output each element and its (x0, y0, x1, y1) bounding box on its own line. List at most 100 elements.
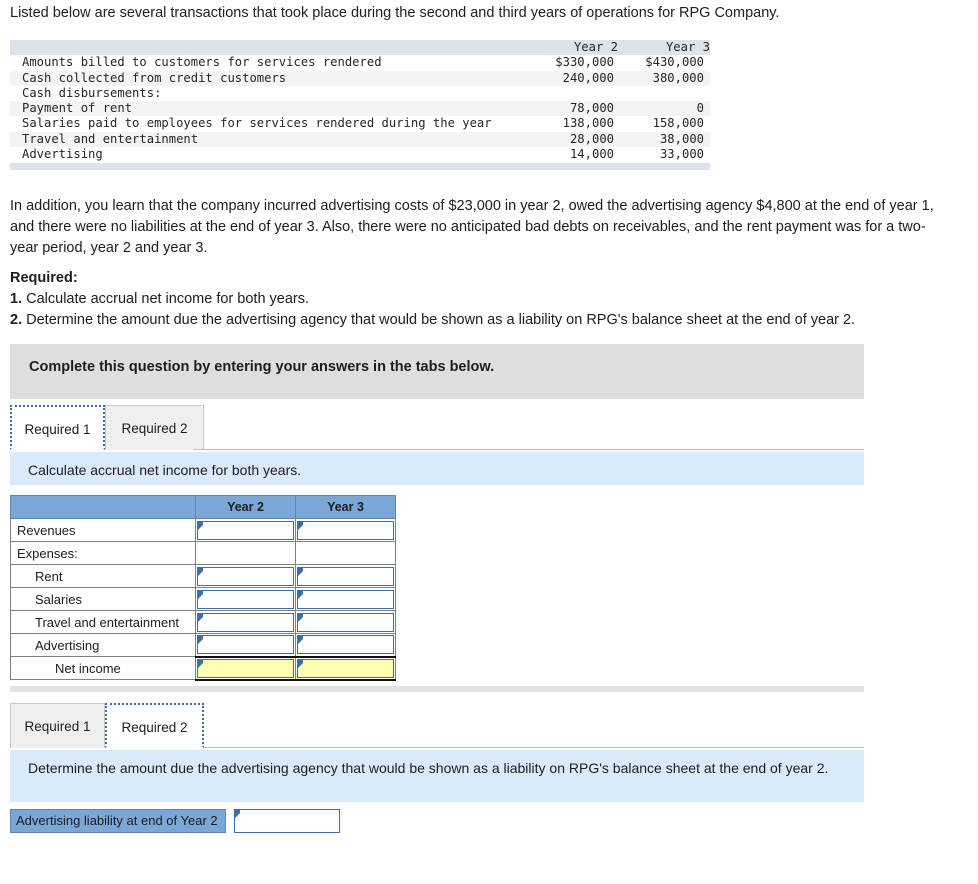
transactions-header-year2: Year 2 (573, 40, 618, 54)
grid-cell-revenues-year2[interactable] (195, 518, 296, 542)
cell-marker-icon (298, 521, 303, 530)
tab-required-2[interactable]: Required 2 (105, 405, 204, 450)
tab-required-1-label: Required 1 (24, 422, 91, 437)
cell-marker-icon (198, 613, 203, 622)
transactions-header-label (10, 40, 526, 55)
grid-cell-salaries-year3[interactable] (295, 587, 396, 611)
table-row: Travel and entertainment 28,000 38,000 (10, 131, 710, 148)
grid-cell-expenses-year3 (295, 541, 396, 565)
row-year2: 14,000 (569, 147, 614, 162)
grid-row-label: Advertising (10, 633, 196, 657)
cell-marker-icon (198, 659, 203, 668)
input-net-income-year3[interactable] (297, 658, 394, 678)
cell-marker-icon (198, 590, 203, 599)
grid-row-label: Travel and entertainment (10, 610, 196, 634)
row-year2: 138,000 (562, 116, 614, 131)
section2-tabstrip: Required 1 Required 2 (10, 703, 864, 748)
grid-row-salaries: Salaries (10, 587, 396, 611)
grid-cell-rent-year2[interactable] (195, 564, 296, 588)
cell-marker-icon (198, 521, 203, 530)
grid-head: Year 2 Year 3 (10, 495, 396, 519)
row-year3: $430,000 (645, 55, 704, 70)
grid-cell-travel-year3[interactable] (295, 610, 396, 634)
grid-row-expenses: Expenses: (10, 541, 396, 565)
tab-required-1[interactable]: Required 1 (10, 405, 105, 450)
transactions-table-bottom-rule (10, 163, 710, 170)
input-revenues-year3[interactable] (297, 520, 394, 540)
advertising-liability-input[interactable] (234, 809, 340, 833)
input-advertising-year2[interactable] (197, 635, 294, 655)
section2-instruction-text: Determine the amount due the advertising… (28, 760, 829, 776)
row-label: Advertising (22, 147, 103, 162)
section1-instruction-bar: Calculate accrual net income for both ye… (10, 452, 864, 485)
cell-marker-icon (298, 659, 303, 668)
input-rent-year2[interactable] (197, 566, 294, 586)
intro-paragraph: Listed below are several transactions th… (10, 5, 780, 21)
section1-tab-underline (194, 449, 864, 450)
grid-row-travel: Travel and entertainment (10, 610, 396, 634)
table-row: Advertising 14,000 33,000 (10, 147, 710, 163)
row-label: Cash collected from credit customers (22, 70, 287, 85)
row-label: Cash disbursements: (22, 85, 162, 100)
transactions-table-head: Year 2 Year 3 (10, 40, 710, 56)
table-row: Cash collected from credit customers 240… (10, 70, 710, 86)
grid-header-blank (10, 495, 196, 519)
row-year3: 0 (696, 101, 704, 116)
grid-header-year3: Year 3 (295, 495, 396, 519)
grid-row-label: Revenues (10, 518, 196, 542)
grid-cell-advertising-year2[interactable] (195, 633, 296, 657)
transactions-header-row: Year 2 Year 3 (10, 40, 710, 56)
required-item-2-text: Determine the amount due the advertising… (26, 312, 856, 328)
grid-cell-revenues-year3[interactable] (295, 518, 396, 542)
required-item-1-text: Calculate accrual net income for both ye… (26, 291, 310, 307)
input-salaries-year3[interactable] (297, 589, 394, 609)
tab2-required-1[interactable]: Required 1 (10, 703, 105, 748)
grid-row-label: Net income (10, 656, 196, 680)
grid-cell-rent-year3[interactable] (295, 564, 396, 588)
required-item-2: 2. Determine the amount due the advertis… (10, 310, 960, 331)
cell-marker-icon (298, 590, 303, 599)
section1-instruction-text: Calculate accrual net income for both ye… (28, 462, 302, 478)
required-heading: Required: (10, 270, 78, 286)
grid-cell-travel-year2[interactable] (195, 610, 296, 634)
row-label: Amounts billed to customers for services… (22, 55, 382, 70)
grid-cell-advertising-year3[interactable] (295, 633, 396, 657)
cell-marker-icon (198, 567, 203, 576)
row-year3 (618, 86, 710, 101)
tab2-required-1-label: Required 1 (24, 719, 91, 734)
input-advertising-year3[interactable] (297, 635, 394, 655)
tab-required-2-label: Required 2 (121, 421, 188, 436)
cell-marker-icon (298, 636, 303, 645)
grid-row-label: Expenses: (10, 541, 196, 565)
input-net-income-year2[interactable] (197, 658, 294, 678)
grid-cell-salaries-year2[interactable] (195, 587, 296, 611)
input-travel-year3[interactable] (297, 612, 394, 632)
row-year3: 38,000 (659, 131, 704, 146)
tab2-required-2[interactable]: Required 2 (105, 703, 204, 748)
input-salaries-year2[interactable] (197, 589, 294, 609)
transactions-table: Year 2 Year 3 Amounts billed to customer… (10, 40, 710, 163)
grid-header-row: Year 2 Year 3 (10, 495, 396, 519)
advertising-liability-label: Advertising liability at end of Year 2 (10, 809, 226, 833)
section1-tabstrip: Required 1 Required 2 (10, 405, 864, 450)
grid-row-rent: Rent (10, 564, 396, 588)
row-label: Salaries paid to employees for services … (22, 116, 492, 131)
grid-row-label: Rent (10, 564, 196, 588)
transactions-header-year3: Year 3 (665, 40, 710, 54)
input-revenues-year2[interactable] (197, 520, 294, 540)
input-travel-year2[interactable] (197, 612, 294, 632)
row-year3: 33,000 (659, 147, 704, 162)
table-row: Salaries paid to employees for services … (10, 116, 710, 132)
input-rent-year3[interactable] (297, 566, 394, 586)
section2-instruction-bar: Determine the amount due the advertising… (10, 750, 864, 802)
grid-row-revenues: Revenues (10, 518, 396, 542)
advertising-liability-answer-row: Advertising liability at end of Year 2 (10, 809, 350, 833)
cell-marker-icon (235, 810, 240, 818)
required-item-1-number: 1. (10, 291, 23, 307)
grid-cell-net-income-year2[interactable] (195, 655, 296, 681)
cell-marker-icon (198, 636, 203, 645)
grid-cell-net-income-year3[interactable] (295, 655, 396, 681)
required-item-1: 1. Calculate accrual net income for both… (10, 289, 960, 310)
grid-cell-expenses-year2 (195, 541, 296, 565)
section-divider (10, 686, 864, 692)
